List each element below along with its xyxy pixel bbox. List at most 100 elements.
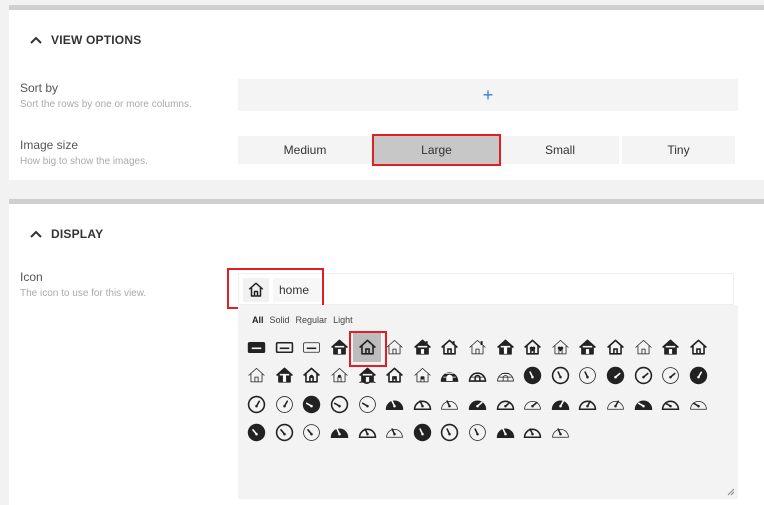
meter-half-solid-icon[interactable] — [491, 419, 519, 448]
house-building-light-icon[interactable] — [243, 362, 271, 391]
gauge-max-solid-icon — [606, 367, 625, 385]
house-door-regular-icon[interactable] — [602, 333, 630, 362]
filter-light-tab[interactable]: Light — [333, 315, 353, 325]
gauge-simple-solid-icon[interactable] — [381, 390, 409, 419]
gauge-max-light-icon — [662, 367, 680, 385]
view-options-title: VIEW OPTIONS — [51, 33, 142, 47]
house-building-regular-icon[interactable] — [685, 333, 713, 362]
gauge-simple-min-solid-icon[interactable] — [629, 390, 657, 419]
gauge-min-regular-icon[interactable] — [326, 390, 354, 419]
house-chimney-solid-icon — [413, 339, 431, 355]
icon-input[interactable]: home — [273, 278, 321, 302]
gauge-low-regular-icon[interactable] — [271, 419, 299, 448]
house-light-icon — [386, 339, 403, 354]
gauge-low-solid-icon[interactable] — [243, 419, 271, 448]
gauge-simple-light-icon[interactable] — [436, 390, 464, 419]
gauge-simple-regular-icon[interactable] — [409, 390, 437, 419]
house-door-light-icon[interactable] — [629, 333, 657, 362]
icon-filters: All Solid Regular Light — [252, 315, 353, 325]
meter-regular-icon[interactable] — [353, 419, 381, 448]
keyboard-regular-icon[interactable] — [271, 333, 299, 362]
house-door-solid-icon[interactable] — [574, 333, 602, 362]
gauge-simple-high-solid-icon[interactable] — [547, 390, 575, 419]
meter-half-light-icon[interactable] — [547, 419, 575, 448]
gauge-low-light-icon — [303, 424, 321, 442]
house-door-light-icon — [634, 339, 652, 354]
house-user-solid-icon — [275, 367, 293, 383]
meter-light-icon[interactable] — [381, 419, 409, 448]
house-solid-icon[interactable] — [326, 333, 354, 362]
meter-half-regular-icon[interactable] — [519, 419, 547, 448]
meter-solid-icon[interactable] — [326, 419, 354, 448]
display-header[interactable]: DISPLAY — [29, 227, 103, 241]
image-size-help: How big to show the images. — [20, 156, 148, 167]
display-panel: DISPLAY Icon The icon to use for this vi… — [9, 199, 764, 505]
view-options-header[interactable]: VIEW OPTIONS — [29, 33, 141, 47]
house-roof-solid-icon — [662, 339, 680, 355]
house-chimney-solid-icon[interactable] — [409, 333, 437, 362]
filter-regular-tab[interactable]: Regular — [296, 315, 328, 325]
gauge-simple-high-regular-icon[interactable] — [574, 390, 602, 419]
keyboard-light-icon — [303, 342, 321, 353]
house-heart-light-icon[interactable] — [547, 333, 575, 362]
igloo-light-icon[interactable] — [491, 362, 519, 391]
gauge-light-icon[interactable] — [574, 362, 602, 391]
house-chimney-regular-icon[interactable] — [436, 333, 464, 362]
house-heart-light-icon — [552, 339, 569, 354]
igloo-regular-icon[interactable] — [464, 362, 492, 391]
filter-solid-tab[interactable]: Solid — [270, 315, 290, 325]
house-heart-regular-icon[interactable] — [519, 333, 547, 362]
icon-label: Icon — [20, 270, 43, 284]
image-size-small-button[interactable]: Small — [501, 136, 619, 164]
gauge-simple-max-light-icon[interactable] — [519, 390, 547, 419]
house-flood-solid-icon[interactable] — [353, 362, 381, 391]
house-light-icon[interactable] — [381, 333, 409, 362]
gauge-high-regular-icon[interactable] — [243, 390, 271, 419]
gauge-simple-high-light-icon — [607, 400, 624, 410]
house-lock-light-icon[interactable] — [409, 362, 437, 391]
resize-handle-icon[interactable] — [727, 488, 735, 496]
gauge-low-light-icon[interactable] — [298, 419, 326, 448]
house-regular-icon[interactable] — [353, 333, 381, 362]
gauge-max-light-icon[interactable] — [657, 362, 685, 391]
gauge-dial-light-icon[interactable] — [464, 419, 492, 448]
igloo-solid-icon[interactable] — [436, 362, 464, 391]
gauge-high-solid-icon[interactable] — [685, 362, 713, 391]
gauge-dial-solid-icon[interactable] — [409, 419, 437, 448]
gauge-max-solid-icon[interactable] — [602, 362, 630, 391]
filter-all-tab[interactable]: All — [252, 315, 264, 325]
gauge-min-solid-icon[interactable] — [298, 390, 326, 419]
gauge-simple-max-solid-icon[interactable] — [464, 390, 492, 419]
gauge-max-regular-icon[interactable] — [629, 362, 657, 391]
gauge-min-light-icon[interactable] — [353, 390, 381, 419]
icon-field[interactable]: home — [238, 273, 734, 305]
meter-half-solid-icon — [496, 428, 514, 439]
image-size-medium-button[interactable]: Medium — [238, 136, 372, 164]
house-user-solid-icon[interactable] — [271, 362, 299, 391]
keyboard-solid-icon[interactable] — [243, 333, 271, 362]
gauge-simple-min-light-icon[interactable] — [685, 390, 713, 419]
gauge-high-solid-icon — [689, 367, 708, 385]
gauge-high-light-icon[interactable] — [271, 390, 299, 419]
gauge-dial-regular-icon[interactable] — [436, 419, 464, 448]
add-sort-button[interactable]: + — [238, 79, 738, 111]
gauge-simple-min-regular-icon[interactable] — [657, 390, 685, 419]
icon-grid — [243, 333, 733, 447]
house-user-regular-icon[interactable] — [298, 362, 326, 391]
house-window-solid-icon — [496, 339, 514, 355]
gauge-regular-icon[interactable] — [547, 362, 575, 391]
keyboard-light-icon[interactable] — [298, 333, 326, 362]
gauge-solid-icon[interactable] — [519, 362, 547, 391]
gauge-simple-max-regular-icon[interactable] — [491, 390, 519, 419]
house-window-solid-icon[interactable] — [491, 333, 519, 362]
house-chimney-light-icon[interactable] — [464, 333, 492, 362]
house-user-light-icon[interactable] — [326, 362, 354, 391]
gauge-simple-solid-icon — [386, 400, 404, 410]
house-lock-regular-icon[interactable] — [381, 362, 409, 391]
image-size-large-button[interactable]: Large — [372, 134, 501, 166]
image-size-tiny-button[interactable]: Tiny — [622, 136, 735, 164]
gauge-simple-high-light-icon[interactable] — [602, 390, 630, 419]
gauge-simple-max-regular-icon — [496, 400, 514, 410]
gauge-simple-regular-icon — [413, 400, 432, 410]
house-roof-solid-icon[interactable] — [657, 333, 685, 362]
